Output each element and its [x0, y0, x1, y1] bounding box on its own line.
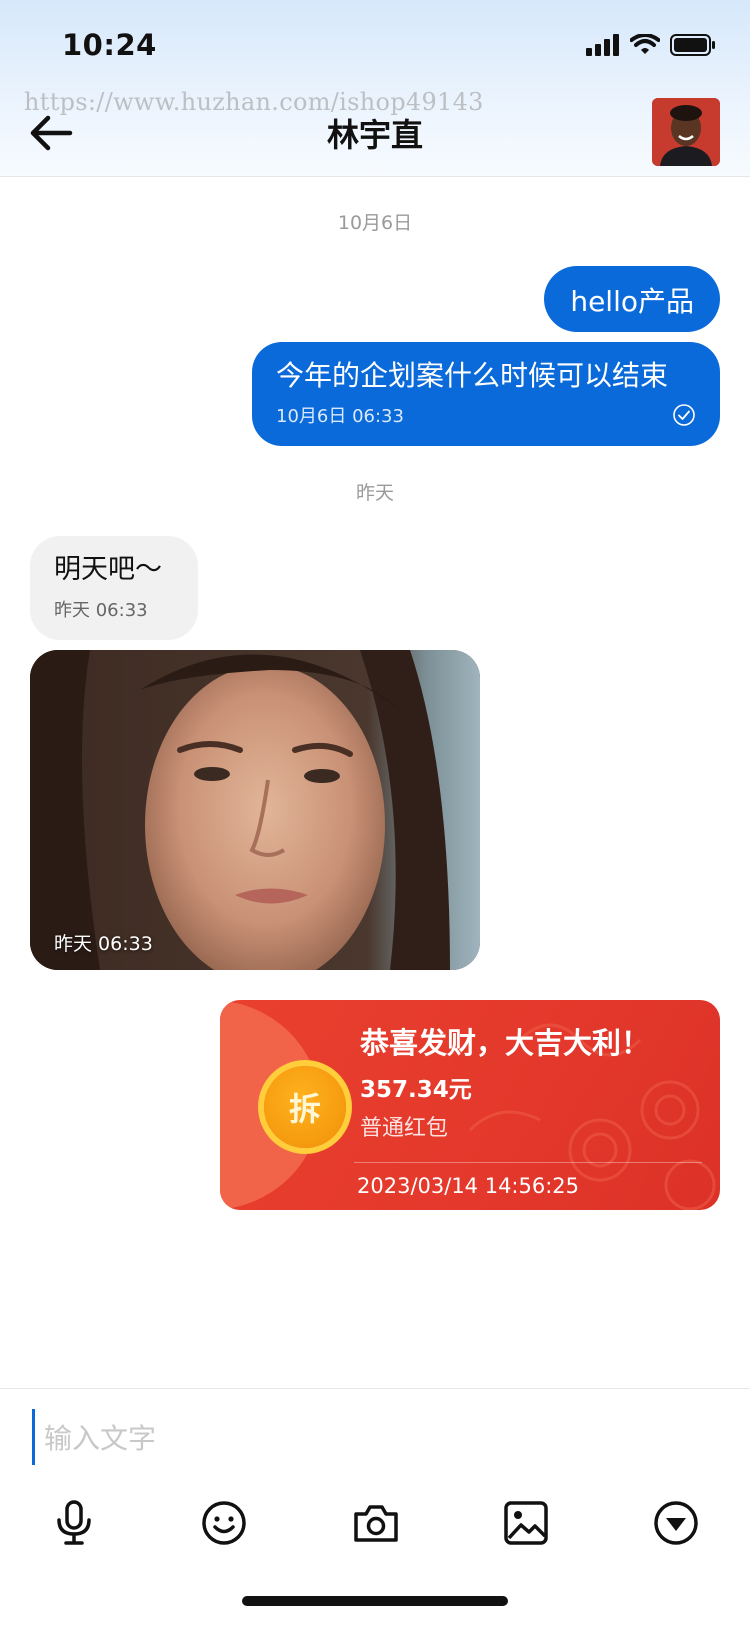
status-time: 10:24: [62, 28, 157, 62]
header-bar: 10:24 https://www.huzhan.com/ishop49143 …: [0, 0, 750, 177]
message-text: 明天吧～: [54, 554, 162, 585]
emoji-icon: [202, 1501, 246, 1545]
image-button[interactable]: [500, 1497, 552, 1549]
composer: [0, 1388, 750, 1625]
date-separator: 10月6日: [337, 212, 413, 234]
red-packet-card[interactable]: 拆 恭喜发财，大吉大利！ 357.34元 普通红包 2023/03/14 14:…: [220, 1000, 720, 1210]
open-red-packet-button[interactable]: 拆: [264, 1066, 346, 1148]
chat-title: 林宇直: [326, 116, 423, 154]
text-caret: [32, 1409, 35, 1465]
wifi-icon: [630, 34, 660, 54]
signal-icon: [586, 34, 619, 56]
microphone-button[interactable]: [48, 1497, 100, 1549]
battery-icon: [670, 34, 715, 56]
outgoing-message[interactable]: 今年的企划案什么时候可以结束 10月6日 06:33: [252, 342, 720, 446]
date-separator: 昨天: [355, 482, 394, 504]
message-time: 昨天 06:33: [54, 933, 153, 955]
image-icon: [504, 1501, 548, 1545]
message-text: hello产品: [570, 285, 694, 318]
red-packet-amount: 357.34元: [360, 1077, 472, 1103]
divider: [354, 1162, 702, 1163]
composer-toolbar: [0, 1497, 750, 1557]
camera-icon: [354, 1505, 398, 1542]
red-packet-title: 恭喜发财，大吉大利！: [360, 1026, 651, 1060]
incoming-message[interactable]: 明天吧～ 昨天 06:33: [30, 536, 198, 640]
message-time: 10月6日 06:33: [276, 406, 404, 427]
outgoing-message[interactable]: hello产品: [544, 266, 720, 332]
red-packet-type: 普通红包: [360, 1116, 449, 1141]
photo-portrait: [30, 650, 480, 970]
dropdown-circle-icon: [654, 1501, 698, 1545]
contact-avatar[interactable]: [652, 98, 720, 166]
message-text: 今年的企划案什么时候可以结束: [276, 359, 669, 392]
image-message[interactable]: 昨天 06:33: [30, 650, 480, 970]
avatar-portrait: [652, 98, 720, 166]
camera-button[interactable]: [350, 1497, 402, 1549]
check-circle-icon: [673, 404, 695, 426]
red-packet-time: 2023/03/14 14:56:25: [357, 1174, 580, 1198]
message-input[interactable]: [42, 1409, 706, 1467]
message-time: 昨天 06:33: [54, 600, 148, 621]
emoji-button[interactable]: [198, 1497, 250, 1549]
status-icons: [586, 34, 716, 56]
microphone-icon: [57, 1500, 91, 1545]
home-indicator[interactable]: [242, 1596, 508, 1606]
more-button[interactable]: [650, 1497, 702, 1549]
